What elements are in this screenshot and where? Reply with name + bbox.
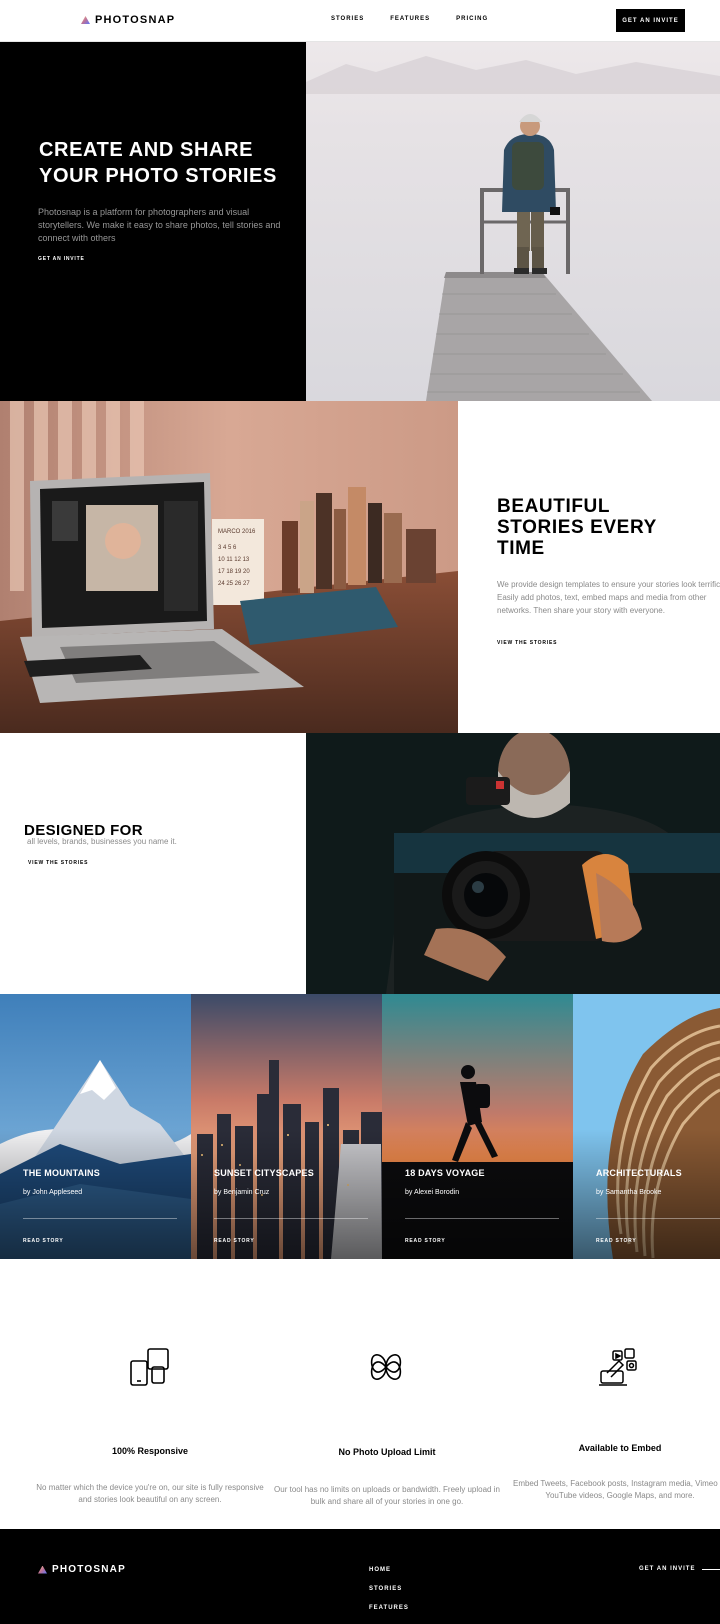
footer-get-invite-link[interactable]: GET AN INVITE <box>639 1566 695 1572</box>
read-story-link[interactable]: READ STORY <box>596 1238 637 1244</box>
nav-pricing[interactable]: PRICING <box>456 16 488 22</box>
section2-text: We provide design templates to ensure yo… <box>497 580 720 615</box>
hero-get-invite-link[interactable]: GET AN INVITE <box>38 256 85 262</box>
laptop-desk-photo: MARCO 2016 3 4 5 6 10 11 12 13 17 18 19 2… <box>0 401 458 733</box>
story-divider <box>405 1218 559 1219</box>
story-card-architecturals[interactable] <box>573 994 720 1259</box>
story-title: THE MOUNTAINS <box>23 1168 100 1178</box>
infinity-icon <box>364 1345 408 1389</box>
story-divider <box>214 1218 368 1219</box>
svg-text:3 4 5 6: 3 4 5 6 <box>218 545 237 551</box>
svg-text:10 11 12 13: 10 11 12 13 <box>218 557 250 563</box>
nav-stories[interactable]: STORIES <box>331 16 364 22</box>
hero-text: Photosnap is a platform for photographer… <box>38 207 281 243</box>
story-divider <box>596 1218 720 1219</box>
story-card-voyage[interactable] <box>382 994 573 1259</box>
svg-text:17 18 19 20: 17 18 19 20 <box>218 569 250 575</box>
story-title: 18 DAYS VOYAGE <box>405 1168 485 1178</box>
hero-title: CREATE AND SHARE YOUR PHOTO STORIES <box>39 139 277 187</box>
embed-icon <box>597 1345 641 1389</box>
nav-features[interactable]: FEATURES <box>390 16 430 22</box>
site-footer <box>0 1529 720 1624</box>
section3-view-stories-link[interactable]: VIEW THE STORIES <box>28 860 88 866</box>
story-author: by Alexei Borodin <box>405 1189 460 1196</box>
story-divider <box>23 1218 177 1219</box>
videographer-camera-photo <box>306 733 720 994</box>
get-invite-button[interactable]: GET AN INVITE <box>616 9 685 32</box>
story-title: ARCHITECTURALS <box>596 1168 682 1178</box>
section2-title: BEAUTIFUL STORIES EVERY TIME <box>497 496 657 559</box>
feature-title: Available to Embed <box>578 1443 662 1453</box>
story-card-cityscapes[interactable] <box>191 994 382 1259</box>
svg-text:24 25 26 27: 24 25 26 27 <box>218 581 250 587</box>
svg-text:MARCO 2016: MARCO 2016 <box>218 529 256 535</box>
section2-view-stories-link[interactable]: VIEW THE STORIES <box>497 640 557 646</box>
footer-logo[interactable]: PHOTOSNAP <box>38 1564 126 1575</box>
logo-triangle-icon <box>81 16 90 24</box>
feature-text: Embed Tweets, Facebook posts, Instagram … <box>512 1479 720 1500</box>
feature-text: No matter which the device you're on, ou… <box>36 1483 264 1504</box>
footer-nav-stories[interactable]: STORIES <box>369 1586 402 1592</box>
section3-subtitle: all levels, brands, businesses you name … <box>27 837 177 846</box>
arrow-line-icon <box>702 1569 720 1570</box>
footer-nav-home[interactable]: HOME <box>369 1567 391 1573</box>
story-author: by Benjamin Cruz <box>214 1189 270 1196</box>
site-header: PHOTOSNAP STORIES FEATURES PRICING GET A… <box>0 0 720 42</box>
feature-title: No Photo Upload Limit <box>338 1447 436 1457</box>
feature-text: Our tool has no limits on uploads or ban… <box>274 1485 500 1506</box>
story-author: by Samantha Brooke <box>596 1189 662 1196</box>
responsive-devices-icon <box>128 1345 172 1389</box>
main-nav: STORIES FEATURES PRICING <box>331 16 488 22</box>
story-author: by John Appleseed <box>23 1189 83 1196</box>
feature-title: 100% Responsive <box>111 1446 189 1456</box>
read-story-link[interactable]: READ STORY <box>405 1238 446 1244</box>
logo[interactable]: PHOTOSNAP <box>81 14 175 26</box>
footer-logo-text: PHOTOSNAP <box>52 1564 126 1575</box>
logo-triangle-icon <box>38 1565 47 1574</box>
logo-text: PHOTOSNAP <box>95 14 176 26</box>
story-title: SUNSET CITYSCAPES <box>214 1168 314 1178</box>
hiker-on-pier-photo <box>306 42 720 401</box>
story-card-mountains[interactable] <box>0 994 191 1259</box>
footer-nav-features[interactable]: FEATURES <box>369 1605 409 1611</box>
read-story-link[interactable]: READ STORY <box>214 1238 255 1244</box>
read-story-link[interactable]: READ STORY <box>23 1238 64 1244</box>
